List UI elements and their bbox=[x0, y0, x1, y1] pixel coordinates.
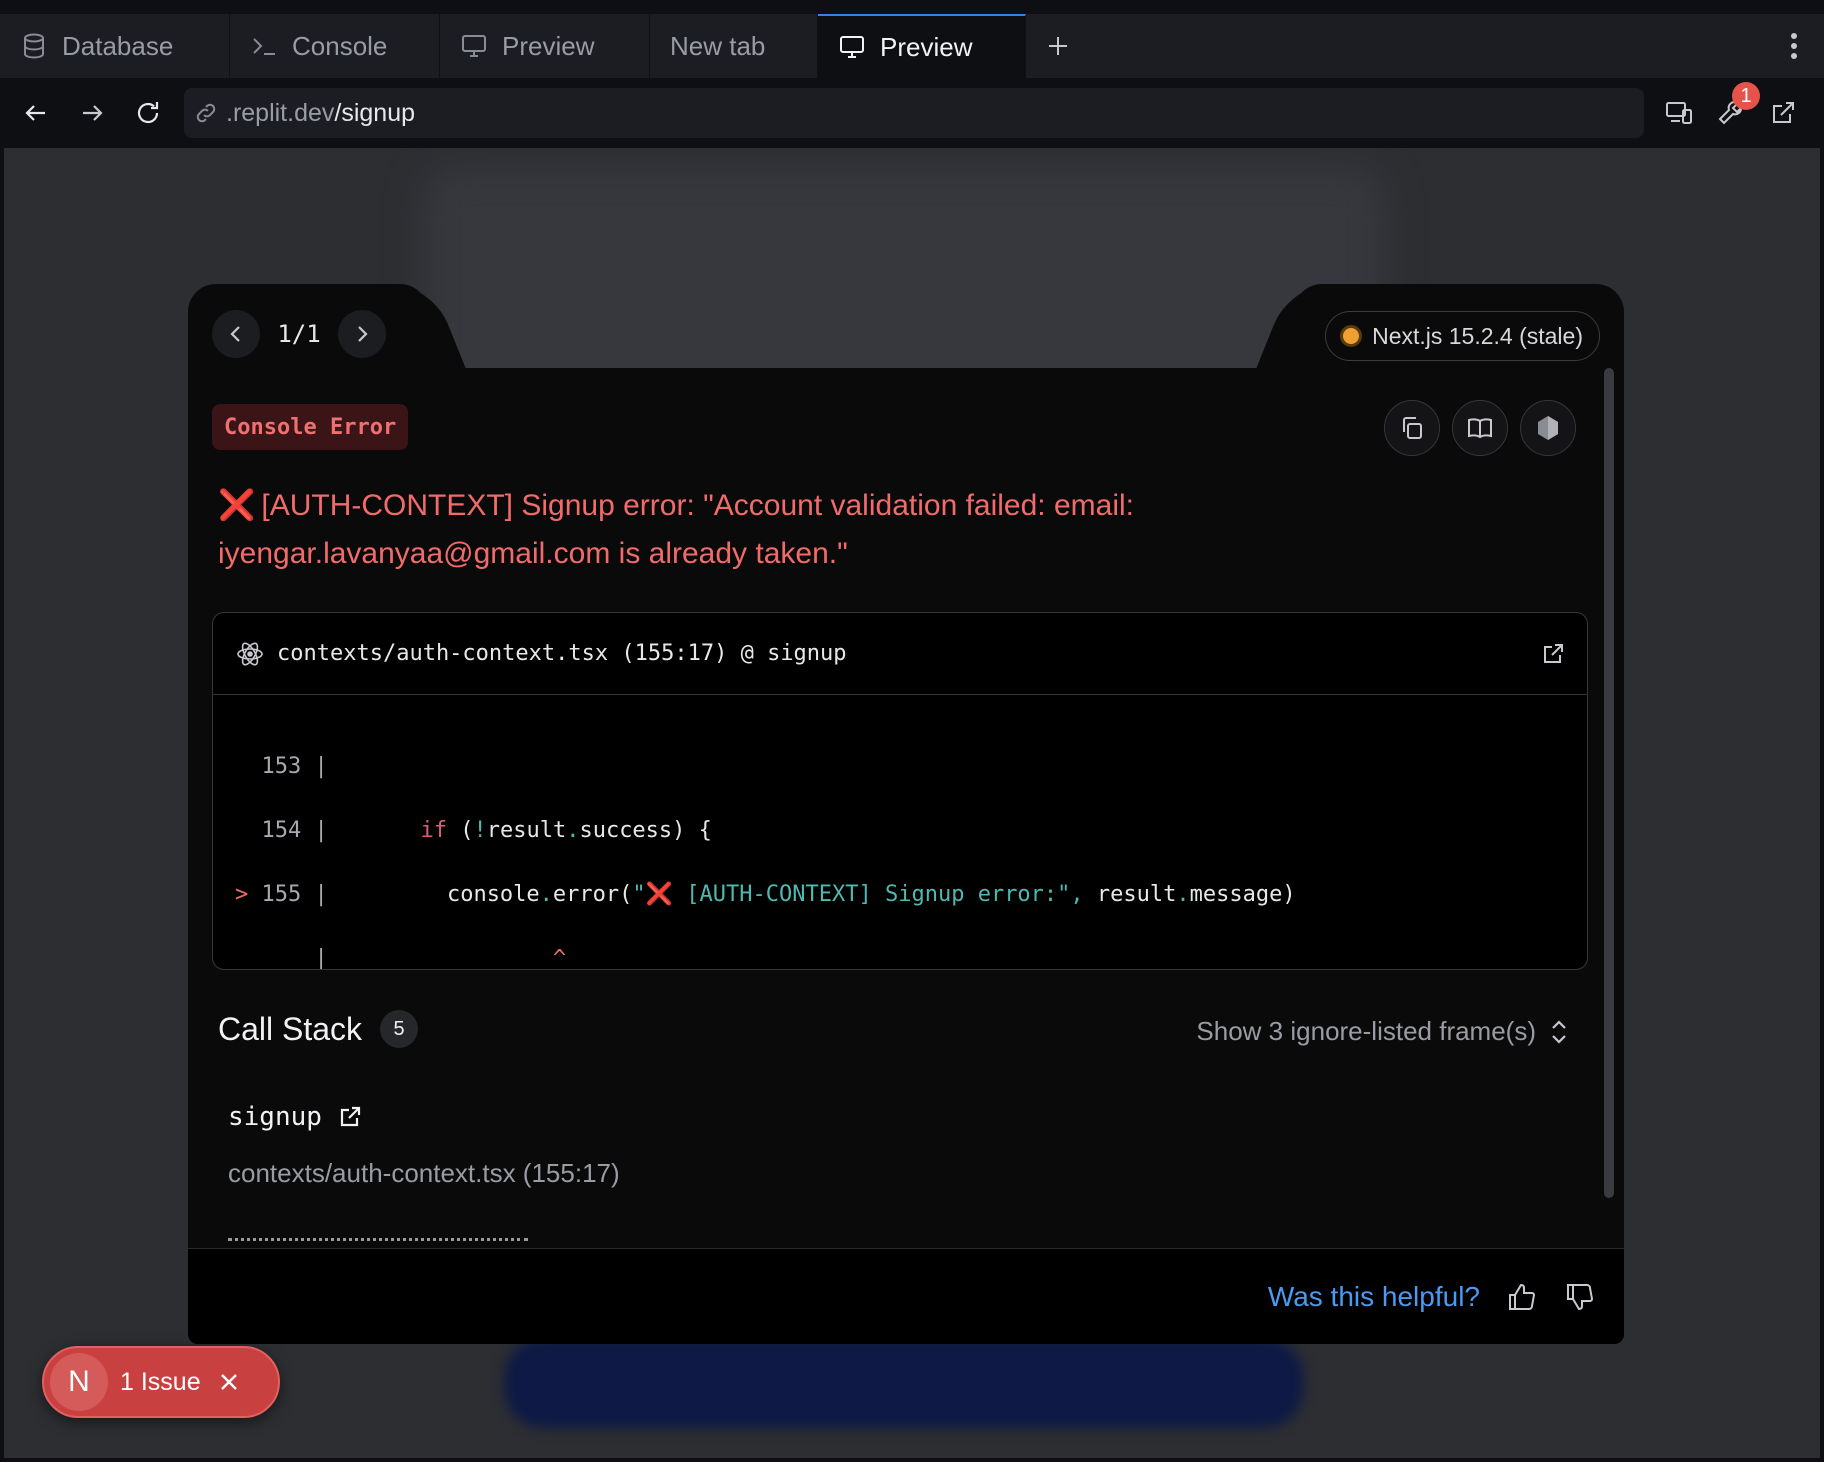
next-stack-frame-clipped bbox=[228, 1230, 528, 1242]
add-tab-button[interactable] bbox=[1026, 14, 1090, 78]
copy-error-button[interactable] bbox=[1384, 400, 1440, 456]
error-message: ❌ [AUTH-CONTEXT] Signup error: "Account v… bbox=[218, 482, 1218, 578]
code-listing: 153 | 154 | if (!result.success) { > 155… bbox=[213, 695, 1587, 970]
dismiss-issues-button[interactable] bbox=[219, 1372, 239, 1392]
chevron-left-icon bbox=[230, 326, 240, 342]
toggle-label: Show 3 ignore-listed frame(s) bbox=[1196, 1016, 1536, 1046]
forward-button[interactable] bbox=[64, 85, 120, 141]
external-link-icon bbox=[1544, 643, 1563, 663]
monitor-icon bbox=[460, 32, 488, 60]
book-icon bbox=[1468, 418, 1492, 439]
code-line: 153 | bbox=[261, 754, 328, 779]
tab-label: Database bbox=[62, 30, 174, 61]
thumbs-up-icon bbox=[1509, 1283, 1536, 1310]
tab-label: Preview bbox=[880, 31, 973, 62]
code-line: 154 | if (!result.success) { bbox=[261, 818, 712, 843]
code-line-highlighted: > 155 | console.error("❌ [AUTH-CONTEXT] … bbox=[235, 882, 1296, 907]
url-field[interactable]: .replit.dev/signup bbox=[184, 88, 1644, 138]
back-button[interactable] bbox=[8, 85, 64, 141]
error-type-label: Console Error bbox=[212, 404, 409, 450]
external-link-icon bbox=[340, 1106, 361, 1127]
tab-preview-active[interactable]: Preview bbox=[818, 14, 1026, 78]
overlay-footer: Was this helpful? bbox=[188, 1248, 1624, 1344]
stale-status-dot bbox=[1340, 325, 1363, 347]
code-line-caret: | ^ bbox=[235, 946, 567, 970]
close-icon bbox=[220, 1374, 237, 1390]
url-path: /signup bbox=[334, 98, 416, 127]
nextjs-logo: N bbox=[50, 1353, 108, 1411]
error-cross-icon: ❌ bbox=[218, 489, 256, 522]
browser-tab-bar: Database Console Preview New tab Preview bbox=[0, 14, 1824, 78]
external-link-icon bbox=[1773, 102, 1794, 123]
call-stack-title: Call Stack bbox=[218, 1010, 363, 1047]
link-icon bbox=[196, 103, 216, 123]
overlay-body: Console Error ❌ [AUTH-CONTEXT] Signup err… bbox=[188, 368, 1624, 1344]
tab-bar-spacer bbox=[1090, 14, 1764, 78]
next-error-button[interactable] bbox=[338, 310, 386, 358]
tab-label: Preview bbox=[502, 30, 595, 61]
kebab-icon bbox=[1791, 33, 1797, 59]
error-overlay: 1/1 Next.js 15.2.4 (stale) Console Error… bbox=[188, 284, 1624, 1344]
tab-preview[interactable]: Preview bbox=[440, 14, 650, 78]
tab-new-tab[interactable]: New tab bbox=[650, 14, 818, 78]
issue-count-label: 1 Issue bbox=[120, 1367, 201, 1396]
url-host: .replit.dev bbox=[226, 98, 335, 127]
devices-icon bbox=[1666, 102, 1692, 124]
nodejs-inspector-button[interactable] bbox=[1520, 400, 1576, 456]
responsive-view-button[interactable] bbox=[1658, 92, 1700, 134]
blurred-submit-button bbox=[504, 1338, 1304, 1428]
devtools-button[interactable]: 1 bbox=[1710, 82, 1760, 134]
nodejs-icon bbox=[1538, 416, 1558, 440]
issues-indicator[interactable]: N 1 Issue bbox=[42, 1346, 280, 1418]
plus-icon bbox=[1049, 37, 1067, 55]
reload-icon bbox=[137, 102, 159, 124]
stack-frame-name[interactable]: signup bbox=[228, 1102, 362, 1132]
error-message-text: [AUTH-CONTEXT] Signup error: "Account va… bbox=[218, 489, 1134, 570]
reload-button[interactable] bbox=[120, 85, 176, 141]
overlay-scrollbar[interactable] bbox=[1604, 368, 1614, 1198]
error-pager: 1/1 bbox=[212, 310, 386, 358]
tab-label: Console bbox=[292, 30, 388, 61]
code-frame-file: contexts/auth-context.tsx (155:17) @ sig… bbox=[277, 641, 847, 666]
chevron-right-icon bbox=[358, 326, 368, 342]
open-in-editor-button[interactable] bbox=[1541, 642, 1565, 666]
docs-button[interactable] bbox=[1452, 400, 1508, 456]
show-ignored-frames-toggle[interactable]: Show 3 ignore-listed frame(s) bbox=[1196, 1016, 1568, 1047]
open-new-window-button[interactable] bbox=[1762, 92, 1804, 134]
monitor-icon bbox=[838, 33, 866, 61]
error-count: 1/1 bbox=[277, 320, 321, 348]
arrow-left-icon bbox=[25, 105, 45, 121]
previous-error-button[interactable] bbox=[212, 310, 260, 358]
error-actions bbox=[1384, 400, 1576, 456]
version-label: Next.js 15.2.4 (stale) bbox=[1372, 322, 1583, 349]
more-options-button[interactable] bbox=[1764, 14, 1824, 78]
arrow-right-icon bbox=[83, 105, 103, 121]
address-bar-actions: 1 bbox=[1658, 82, 1804, 134]
thumbs-down-icon bbox=[1567, 1283, 1594, 1310]
chevron-up-down-icon bbox=[1552, 1019, 1566, 1044]
call-stack-count: 5 bbox=[380, 1010, 419, 1048]
nextjs-version-badge[interactable]: Next.js 15.2.4 (stale) bbox=[1325, 311, 1600, 361]
database-icon bbox=[20, 32, 48, 60]
terminal-icon bbox=[250, 32, 278, 60]
stack-frame-location: contexts/auth-context.tsx (155:17) bbox=[228, 1158, 620, 1188]
copy-icon bbox=[1403, 417, 1422, 439]
tab-label: New tab bbox=[670, 30, 766, 61]
frame-function: signup bbox=[228, 1102, 322, 1132]
code-frame: contexts/auth-context.tsx (155:17) @ sig… bbox=[212, 612, 1588, 970]
code-frame-header: contexts/auth-context.tsx (155:17) @ sig… bbox=[213, 613, 1587, 695]
issue-count-badge: 1 bbox=[1732, 82, 1760, 110]
react-icon bbox=[237, 642, 263, 665]
tab-database[interactable]: Database bbox=[0, 14, 230, 78]
call-stack-heading: Call Stack 5 bbox=[218, 1010, 419, 1048]
thumbs-up-button[interactable] bbox=[1506, 1281, 1538, 1313]
thumbs-down-button[interactable] bbox=[1564, 1281, 1596, 1313]
tab-console[interactable]: Console bbox=[230, 14, 440, 78]
helpful-prompt: Was this helpful? bbox=[1267, 1280, 1480, 1312]
address-bar-row: .replit.dev/signup 1 bbox=[0, 78, 1824, 148]
